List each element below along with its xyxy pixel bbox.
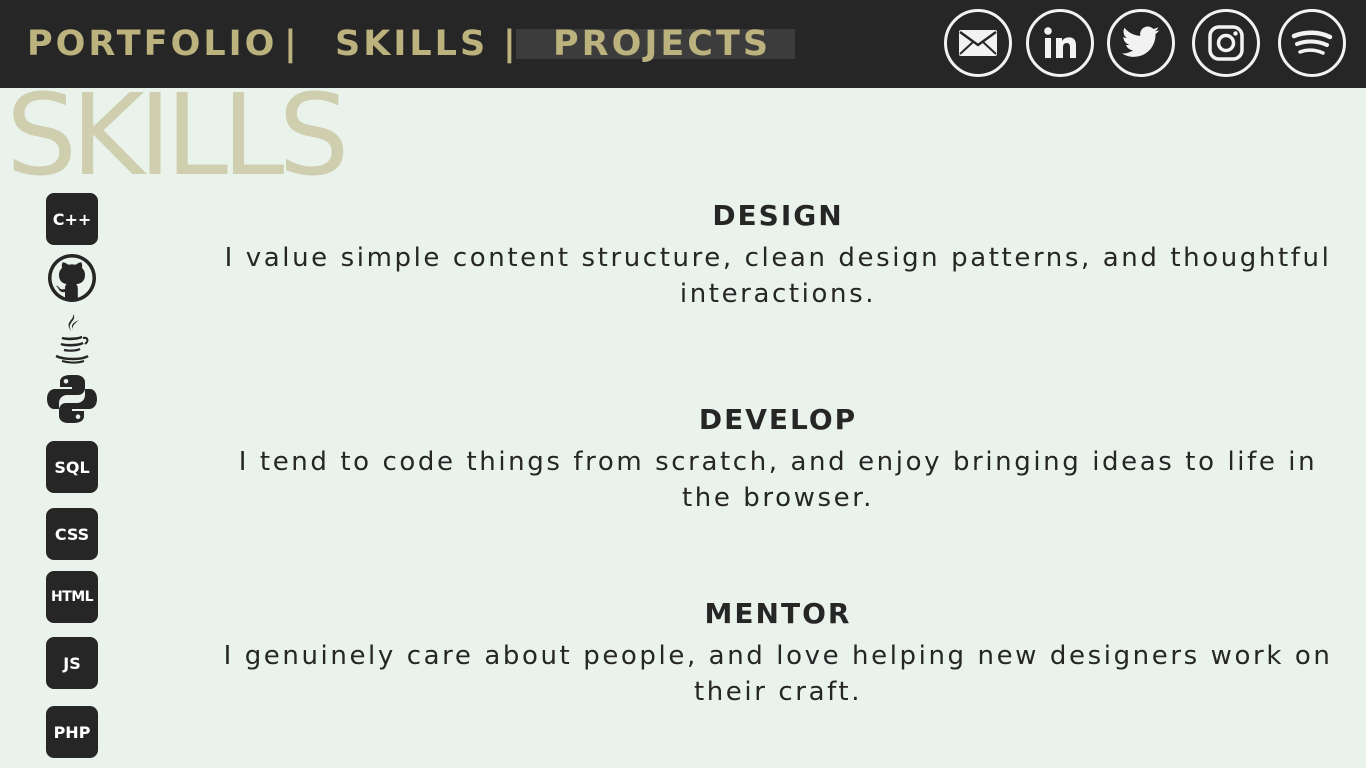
skill-label: CSS xyxy=(54,524,90,544)
develop-heading: DEVELOP xyxy=(698,403,858,436)
skill-label: SQL xyxy=(54,457,90,477)
sql-icon: SQL xyxy=(46,441,98,493)
html-icon: HTML xyxy=(46,571,98,623)
php-icon: PHP xyxy=(46,706,98,758)
nav-separator: | xyxy=(503,24,516,64)
instagram-icon[interactable] xyxy=(1192,9,1260,77)
python-icon xyxy=(46,373,98,425)
js-icon: JS xyxy=(46,637,98,689)
design-heading: DESIGN xyxy=(712,199,844,232)
develop-description: I tend to code things from scratch, and … xyxy=(238,447,1318,513)
skill-label: HTML xyxy=(50,589,94,605)
nav-separator: | xyxy=(284,24,297,64)
mentor-heading: MENTOR xyxy=(704,597,852,630)
twitter-icon[interactable] xyxy=(1107,9,1175,77)
skill-label: C++ xyxy=(52,209,92,229)
design-section: DESIGN I value simple content structure,… xyxy=(200,198,1356,312)
mail-icon[interactable] xyxy=(944,9,1012,77)
linkedin-icon[interactable] xyxy=(1026,9,1094,77)
nav-skills-link[interactable]: SKILLS xyxy=(335,22,488,66)
java-icon xyxy=(46,312,98,364)
spotify-icon[interactable] xyxy=(1278,9,1346,77)
skill-label: PHP xyxy=(53,722,91,742)
mentor-section: MENTOR I genuinely care about people, an… xyxy=(200,596,1356,710)
github-icon xyxy=(46,252,98,304)
design-description: I value simple content structure, clean … xyxy=(224,243,1332,309)
page-title: SKILLS xyxy=(6,71,349,201)
skill-label: JS xyxy=(63,653,81,673)
mentor-description: I genuinely care about people, and love … xyxy=(223,641,1333,707)
css-icon: CSS xyxy=(46,508,98,560)
cpp-icon: C++ xyxy=(46,193,98,245)
nav-projects-link[interactable]: PROJECTS xyxy=(553,22,771,66)
nav-portfolio-link[interactable]: PORTFOLIO xyxy=(27,22,277,66)
develop-section: DEVELOP I tend to code things from scrat… xyxy=(200,402,1356,516)
